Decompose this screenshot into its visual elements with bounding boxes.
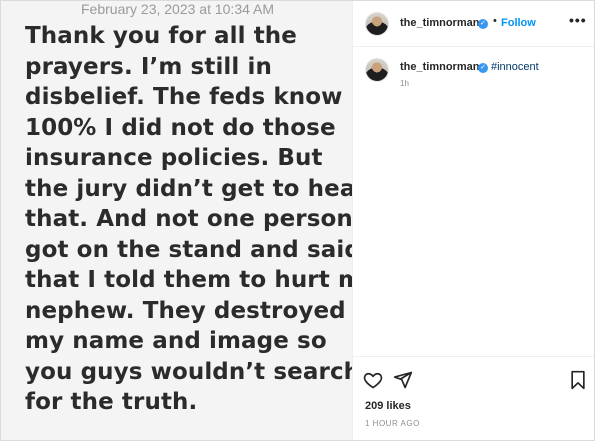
caption-timestamp: 1h bbox=[400, 79, 409, 88]
image-text-line: got on the stand and said bbox=[25, 236, 353, 263]
bookmark-icon[interactable] bbox=[569, 370, 587, 390]
header-username[interactable]: the_timnorman bbox=[400, 17, 479, 29]
instagram-post-window: February 23, 2023 at 10:34 AM Thank you … bbox=[0, 0, 595, 441]
action-bar: 209 likes 1 HOUR AGO bbox=[353, 356, 594, 440]
post-image: February 23, 2023 at 10:34 AM Thank you … bbox=[1, 1, 353, 440]
like-count[interactable]: 209 likes bbox=[365, 400, 411, 412]
image-text-line: my name and image so bbox=[25, 328, 327, 354]
image-text-line: insurance policies. But bbox=[25, 145, 323, 171]
follow-button[interactable]: Follow bbox=[501, 17, 536, 29]
avatar[interactable] bbox=[365, 12, 389, 36]
post-side-panel: the_timnorman ✓ • Follow ••• the_timnorm… bbox=[353, 1, 594, 440]
image-text-line: nephew. They destroyed bbox=[25, 297, 346, 324]
post-header: the_timnorman ✓ • Follow ••• bbox=[353, 1, 594, 47]
paper-plane-icon[interactable] bbox=[393, 370, 413, 390]
image-text-line: for the truth. bbox=[25, 389, 198, 415]
image-text-line: disbelief. The feds know bbox=[25, 84, 343, 110]
image-text-line: prayers. I’m still in bbox=[25, 53, 272, 80]
image-text-line: the jury didn’t get to hear bbox=[25, 175, 353, 202]
image-text-line: that I told them to hurt my bbox=[25, 267, 353, 293]
image-text-block: Thank you for all the prayers. I’m still… bbox=[25, 21, 353, 418]
verified-badge-icon: ✓ bbox=[478, 19, 488, 29]
image-text-line: 100% I did not do those bbox=[25, 114, 336, 141]
image-text-line: that. And not one person bbox=[25, 206, 353, 232]
separator-dot: • bbox=[493, 15, 497, 27]
verified-badge-icon: ✓ bbox=[478, 63, 488, 73]
image-text-line: you guys wouldn’t search bbox=[25, 358, 353, 385]
more-options-icon[interactable]: ••• bbox=[569, 12, 587, 28]
image-text-line: Thank you for all the bbox=[25, 23, 297, 49]
hashtag-link[interactable]: #innocent bbox=[491, 61, 539, 73]
image-timestamp: February 23, 2023 at 10:34 AM bbox=[81, 1, 275, 17]
heart-icon[interactable] bbox=[363, 370, 383, 390]
caption-username[interactable]: the_timnorman bbox=[400, 61, 479, 73]
avatar[interactable] bbox=[365, 58, 389, 82]
post-age: 1 HOUR AGO bbox=[365, 419, 420, 428]
